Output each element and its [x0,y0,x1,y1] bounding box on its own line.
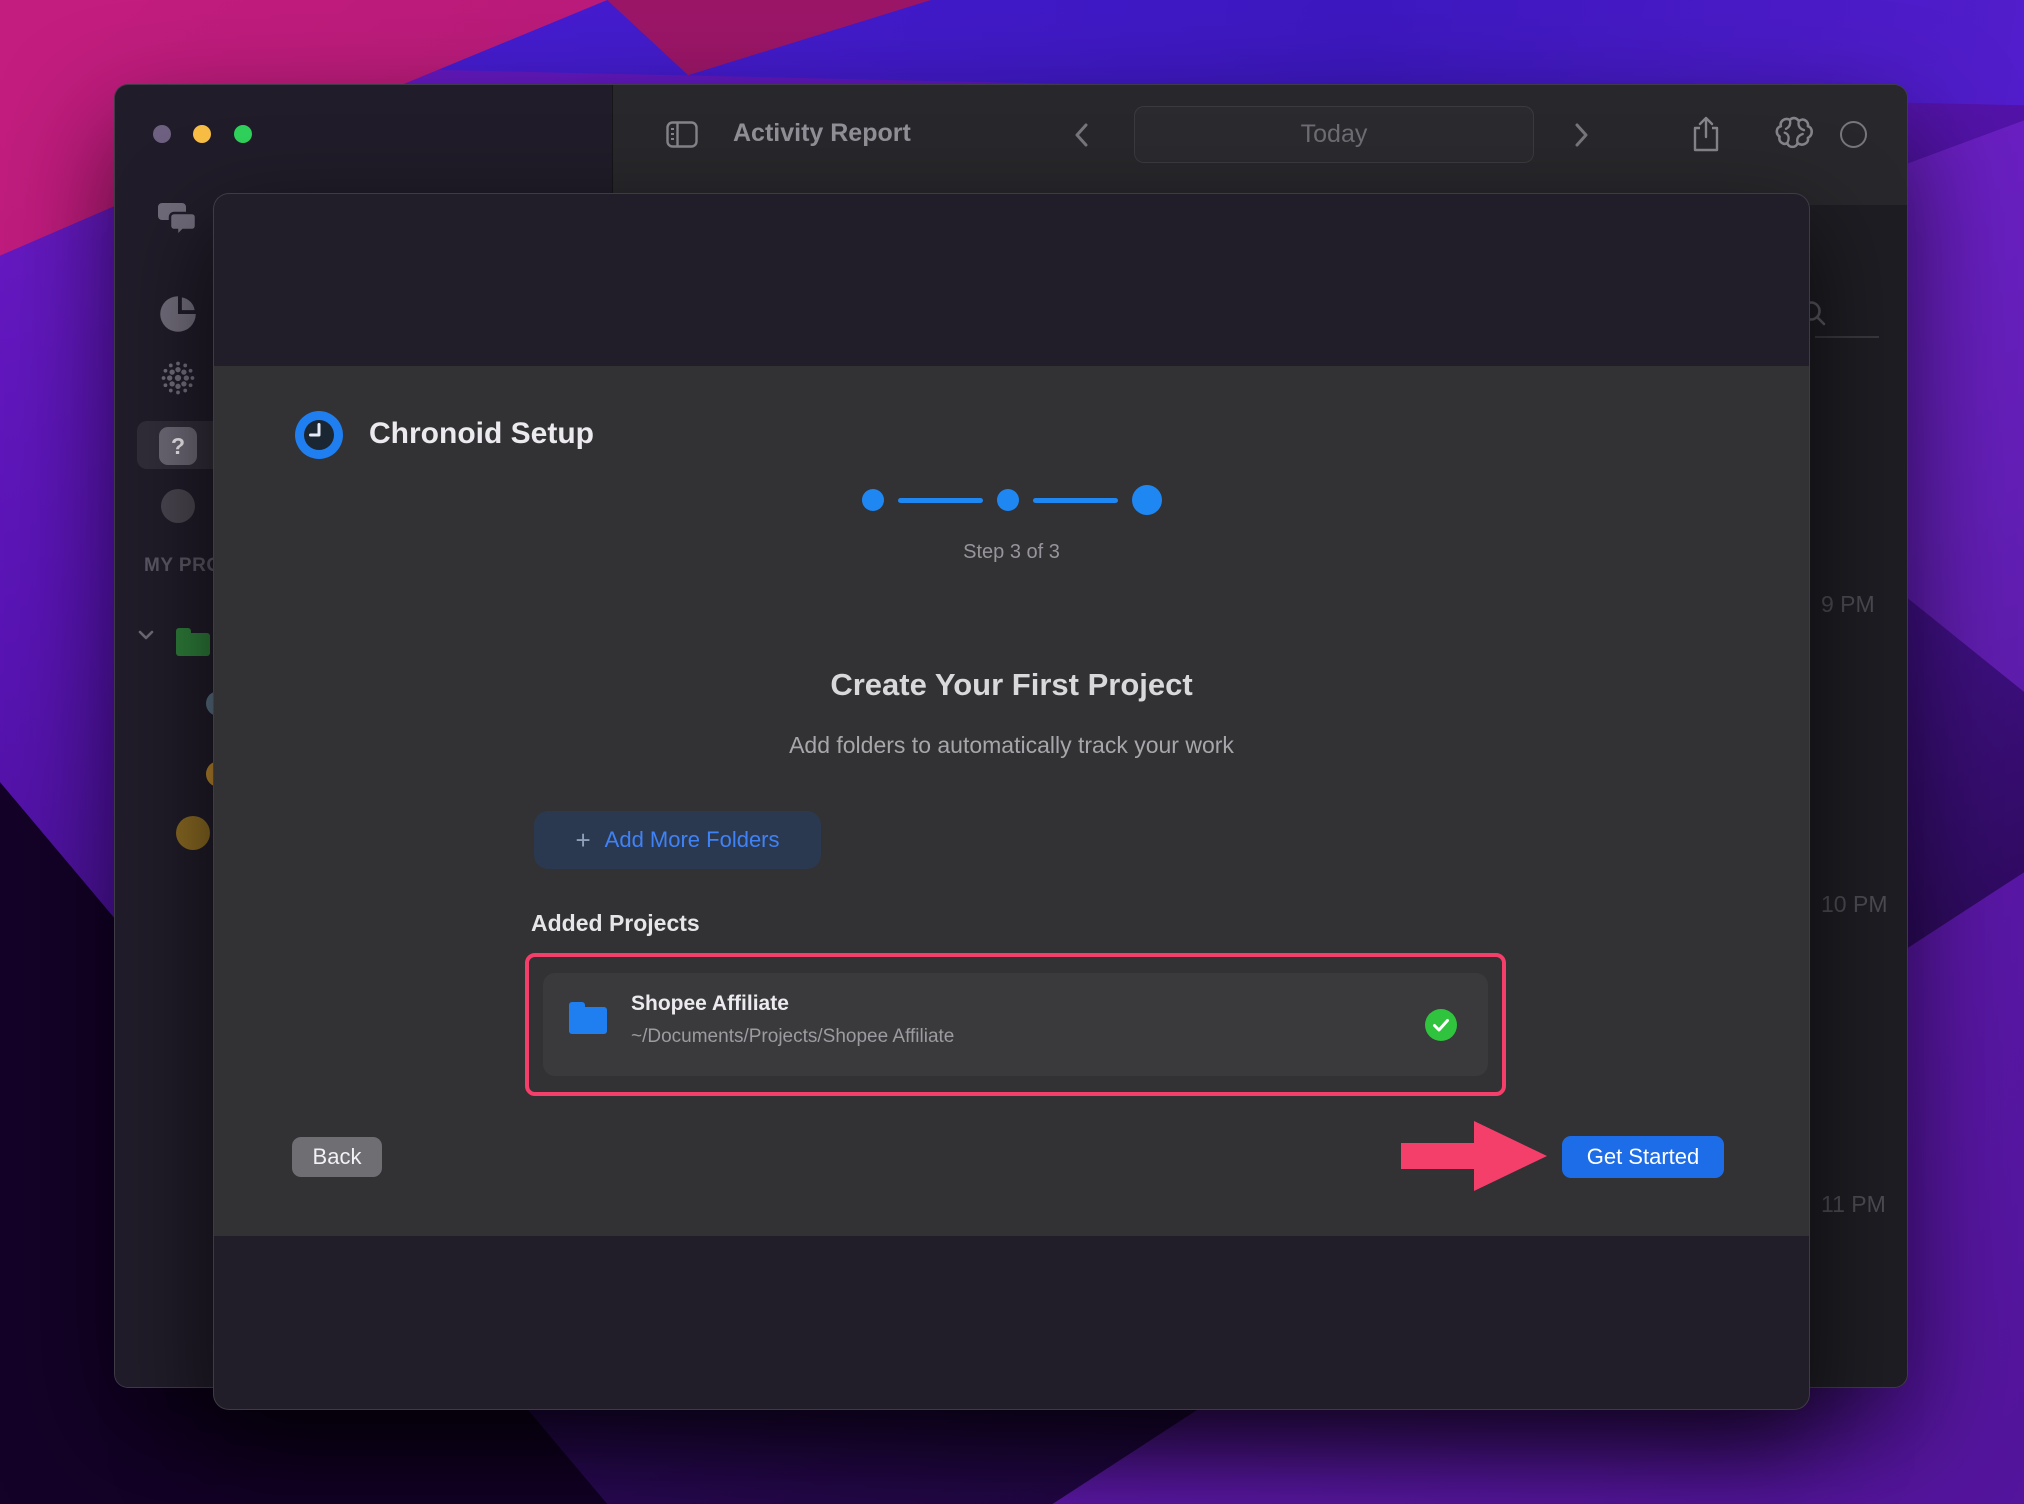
brain-icon [1773,116,1817,152]
close-button[interactable] [153,125,171,143]
date-range-control[interactable]: Today [1134,106,1534,163]
project-list-item[interactable]: Shopee Affiliate ~/Documents/Projects/Sh… [543,973,1488,1076]
record-status-button[interactable] [1840,121,1867,148]
share-icon [1691,115,1721,153]
check-icon [1425,1009,1457,1041]
pie-chart-icon [158,294,198,334]
step-connector [898,498,983,503]
chevron-down-icon[interactable] [136,625,156,645]
date-range-label: Today [1301,120,1368,149]
timeline-hour-label: 11 PM [1821,1191,1886,1218]
setup-dialog: Chronoid Setup Step 3 of 3 Create Your F… [213,193,1810,1410]
sidebar-item-avatar[interactable] [161,489,195,523]
step-progress-indicator [214,485,1809,515]
sidebar-item-activity[interactable] [156,356,200,400]
previous-day-button[interactable] [1073,122,1089,148]
step-dot-3-current [1132,485,1162,515]
folder-icon [569,1007,607,1034]
step-label: Step 3 of 3 [214,541,1809,564]
chat-bubbles-icon [156,200,200,238]
plus-icon: + [575,827,590,853]
window-title: Activity Report [733,119,911,148]
get-started-button[interactable]: Get Started [1562,1136,1724,1178]
next-day-button[interactable] [1574,122,1590,148]
step-connector [1033,498,1118,503]
timeline-divider [1815,336,1879,338]
zoom-button[interactable] [234,125,252,143]
timeline-hour-label: 9 PM [1821,591,1875,618]
dialog-heading: Create Your First Project [214,667,1809,703]
sidebar-item-chats[interactable] [156,197,200,241]
sidebar-item-stats[interactable] [156,292,200,336]
added-projects-label: Added Projects [531,910,700,937]
step-dot-1 [862,489,884,511]
timeline-hour-label: 10 PM [1821,891,1887,918]
help-icon: ? [159,427,197,465]
project-path: ~/Documents/Projects/Shopee Affiliate [631,1026,954,1048]
ai-insights-button[interactable] [1773,116,1817,152]
project-folder-icon[interactable] [176,633,210,656]
back-button[interactable]: Back [292,1137,382,1177]
project-color-dot[interactable] [176,816,210,850]
add-more-folders-label: Add More Folders [605,827,780,853]
app-clock-icon [295,411,343,459]
step-dot-2 [997,489,1019,511]
project-name: Shopee Affiliate [631,992,789,1016]
help-glyph: ? [171,433,185,460]
add-more-folders-button[interactable]: + Add More Folders [534,811,821,869]
sidebar-toggle-button[interactable] [666,121,698,148]
dialog-subheading: Add folders to automatically track your … [214,732,1809,759]
share-button[interactable] [1691,115,1721,153]
dot-cluster-icon [158,358,198,398]
sidebar-item-help[interactable]: ? [156,424,200,468]
dialog-title: Chronoid Setup [369,417,594,451]
minimize-button[interactable] [193,125,211,143]
